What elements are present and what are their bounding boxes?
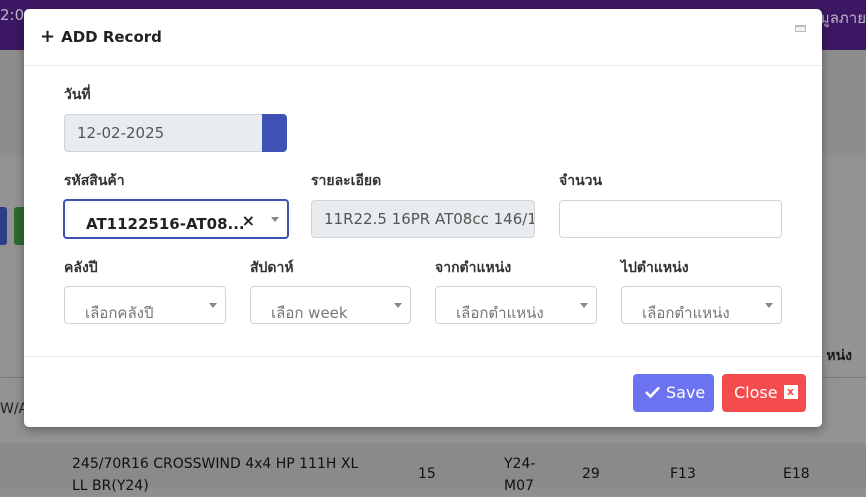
to-location-placeholder: เลือกตำแหน่ง (642, 304, 730, 322)
week-label: สัปดาห์ (250, 260, 294, 276)
date-label: วันที่ (64, 87, 91, 103)
warehouse-select[interactable]: เลือกคลังปี (64, 286, 226, 324)
from-location-select[interactable]: เลือกตำแหน่ง (435, 286, 597, 324)
minimize-icon[interactable] (795, 25, 806, 32)
topbar-time: 2:0 (0, 6, 25, 24)
to-location-select[interactable]: เลือกตำแหน่ง (621, 286, 782, 324)
close-icon: x (783, 384, 798, 399)
week-placeholder: เลือก week (271, 304, 348, 322)
row-qty: 15 (418, 466, 436, 482)
calendar-button[interactable] (262, 114, 287, 152)
add-record-modal: + ADD Record วันที่ 12-02-2025 รหัสสินค้า… (24, 9, 822, 427)
row-from: F13 (670, 466, 696, 482)
to-location-label: ไปตำแหน่ง (621, 260, 689, 276)
table-row: 245/70R16 CROSSWIND 4x4 HP 111H XL LL BR… (0, 443, 866, 494)
chevron-down-icon (580, 303, 588, 308)
save-button[interactable]: Save (633, 374, 714, 412)
week-select[interactable]: เลือก week (250, 286, 411, 324)
product-code-label: รหัสสินค้า (64, 173, 125, 189)
quantity-input[interactable] (559, 200, 782, 238)
detail-input[interactable]: 11R22.5 16PR AT08cc 146/1 (311, 200, 535, 238)
warehouse-placeholder: เลือกคลังปี (85, 304, 154, 322)
modal-footer: Save Close x (24, 356, 822, 428)
row-to: E18 (783, 466, 810, 482)
table-column-header: หน่ง (826, 348, 852, 364)
row-week: Y24- M07 (504, 456, 536, 494)
from-location-placeholder: เลือกตำแหน่ง (456, 304, 544, 322)
bg-blue-button (0, 207, 7, 245)
chevron-down-icon (271, 217, 279, 222)
warehouse-label: คลังปี (64, 260, 98, 276)
from-location-label: จากตำแหน่ง (435, 260, 512, 276)
chevron-down-icon (765, 303, 773, 308)
row-description: 245/70R16 CROSSWIND 4x4 HP 111H XL LL BR… (72, 456, 359, 494)
quantity-label: จำนวน (559, 173, 603, 189)
chevron-down-icon (394, 303, 402, 308)
modal-header: + ADD Record (24, 9, 822, 66)
date-input[interactable]: 12-02-2025 (64, 114, 264, 152)
detail-label: รายละเอียด (311, 173, 382, 189)
clear-icon[interactable]: × (242, 211, 255, 230)
check-icon (645, 374, 660, 412)
chevron-down-icon (209, 303, 217, 308)
row-num: 29 (582, 466, 600, 482)
close-button[interactable]: Close x (722, 374, 806, 412)
plus-icon: + (40, 26, 56, 47)
modal-title: + ADD Record (40, 26, 162, 47)
product-code-select[interactable]: AT1122516-AT08... × (63, 199, 289, 239)
product-code-value: AT1122516-AT08... (86, 215, 245, 233)
